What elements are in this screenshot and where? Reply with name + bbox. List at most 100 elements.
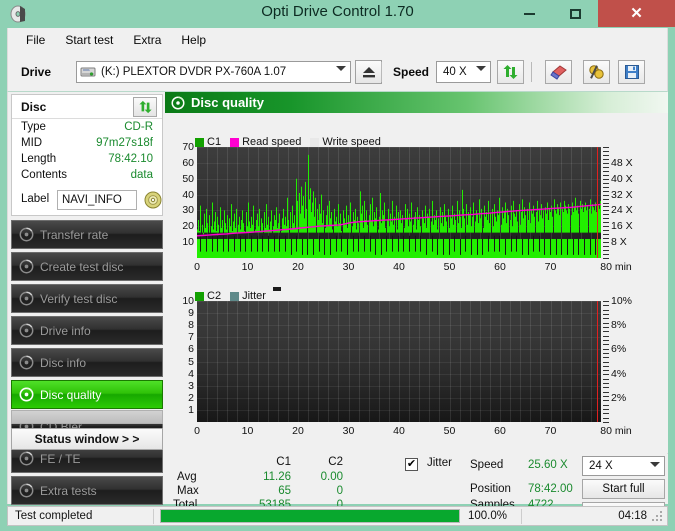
refresh-button[interactable] — [497, 60, 524, 84]
speed-key: Speed — [470, 459, 504, 471]
sidebar-item-disc-quality[interactable]: Disc quality — [11, 380, 163, 409]
stats-row-avg-c2: 0.00 — [320, 471, 343, 483]
x-tick-label: 20 — [292, 261, 304, 273]
sidebar-item-drive-info[interactable]: Drive info — [11, 316, 163, 345]
disc-row-length: Length 78:42.10 — [12, 153, 162, 169]
y-tick-label: 30 — [182, 204, 194, 217]
x-tick-label: 0 — [194, 425, 200, 437]
eject-button[interactable] — [355, 60, 382, 84]
c1-chart-plot[interactable] — [197, 147, 601, 258]
jitter-checkbox[interactable]: ✔ — [405, 458, 418, 471]
sidebar-item-label: Disc quality — [40, 387, 102, 402]
sidebar-item-label: Drive info — [40, 323, 91, 338]
menu-bar: File Start test Extra Help — [7, 28, 668, 52]
test-speed-select[interactable]: 24 X — [582, 456, 665, 476]
disc-row-value: 78:42.10 — [108, 153, 153, 165]
resize-grip[interactable] — [652, 511, 664, 523]
position-key: Position — [470, 483, 511, 495]
stats-row-max-key: Max — [177, 485, 199, 497]
chevron-down-icon — [650, 462, 660, 467]
x-tick-label: 70 — [544, 261, 557, 273]
sidebar-item-extra-tests[interactable]: Extra tests — [11, 476, 163, 505]
sidebar-item-create-test-disc[interactable]: Create test disc — [11, 252, 163, 281]
progress-percent: 100.0% — [468, 510, 508, 522]
toolbar-separator — [531, 62, 532, 82]
x-tick-label: 60 — [494, 425, 506, 437]
sidebar-item-label: FE / TE — [40, 451, 81, 466]
disc-icon — [12, 387, 40, 402]
chart-cursor-line — [597, 301, 598, 422]
title-bar: Opti Drive Control 1.70 ✕ — [0, 0, 675, 28]
tools-button[interactable] — [583, 60, 610, 84]
disc-refresh-button[interactable] — [133, 97, 157, 117]
maximize-button[interactable] — [552, 0, 598, 27]
x-tick-label: 30 — [342, 261, 355, 273]
drive-select[interactable]: (K:) PLEXTOR DVDR PX-760A 1.07 — [76, 61, 351, 83]
sidebar-item-disc-info[interactable]: Disc info — [11, 348, 163, 377]
menu-item-start-test[interactable]: Start test — [55, 30, 123, 50]
x-tick-label: 50 — [443, 425, 456, 437]
close-icon: ✕ — [630, 5, 643, 22]
c2-jitter-chart-plot[interactable] — [197, 301, 601, 422]
y-tick-label: 9 — [188, 307, 194, 320]
app-window: Opti Drive Control 1.70 ✕ File Start tes… — [0, 0, 675, 531]
y-tick-label: 50 — [182, 172, 194, 185]
menu-item-help[interactable]: Help — [171, 30, 216, 50]
disc-icon — [12, 291, 40, 306]
stats-col-c1: C1 — [276, 456, 291, 468]
sidebar-item-label: Transfer rate — [40, 227, 109, 242]
speed-select[interactable]: 40 X — [436, 61, 491, 83]
disc-panel-title: Disc — [21, 100, 47, 114]
disc-label-input[interactable]: NAVI_INFO — [57, 190, 137, 210]
y-tick-label: 60 — [182, 156, 194, 169]
drive-toolbar: Drive (K:) PLEXTOR DVDR PX-760A 1.07 Spe… — [7, 52, 668, 92]
sidebar-item-label: Disc info — [40, 355, 87, 370]
disc-row-mid: MID 97m27s18f — [12, 137, 162, 153]
chart-cursor-line — [597, 147, 598, 258]
disc-label-key: Label — [21, 193, 50, 205]
y-tick-label: 6 — [188, 343, 194, 356]
status-divider — [153, 509, 154, 524]
cd-icon[interactable] — [143, 190, 163, 210]
disc-row-key: Contents — [21, 169, 68, 181]
sidebar-item-label: Create test disc — [40, 259, 124, 274]
tools-icon — [588, 65, 604, 79]
x-tick-label: 40 — [393, 261, 405, 273]
sidebar-item-verify-test-disc[interactable]: Verify test disc — [11, 284, 163, 313]
menu-item-file[interactable]: File — [16, 30, 55, 50]
legend-swatch — [230, 137, 240, 147]
y2-tick-label: 24 X — [611, 204, 633, 217]
speed-value: 40 X — [443, 66, 467, 78]
save-icon — [624, 65, 639, 79]
speed-value: 25.60 X — [528, 459, 568, 471]
menu-item-extra[interactable]: Extra — [123, 30, 171, 50]
panel-header: Disc quality — [165, 92, 668, 113]
status-window-label: Status window > > — [34, 432, 140, 446]
speed-label: Speed — [393, 65, 430, 79]
y-tick-label: 7 — [188, 331, 194, 344]
disc-row-key: Length — [21, 153, 57, 165]
stats-row-max-c1: 65 — [278, 485, 291, 497]
status-message: Test completed — [15, 510, 93, 522]
sidebar-item-transfer-rate[interactable]: Transfer rate — [11, 220, 163, 249]
minimize-button[interactable] — [506, 0, 552, 27]
disc-rows: Type CD-R MID 97m27s18f Length 78:42.10 … — [12, 121, 162, 185]
chart-series-svg — [197, 154, 601, 258]
start-full-label: Start full — [602, 483, 645, 495]
y2-tick-label: 48 X — [611, 156, 633, 169]
x-tick-label: 0 — [194, 261, 200, 273]
y-tick-label: 20 — [182, 220, 194, 233]
y-tick-label: 5 — [188, 355, 194, 368]
status-window-button[interactable]: Status window > > — [11, 428, 163, 450]
status-bar: Test completed 100.0% 04:18 — [7, 506, 668, 526]
save-button[interactable] — [618, 60, 645, 84]
disc-panel-header: Disc — [12, 95, 162, 119]
start-full-button[interactable]: Start full — [582, 479, 665, 499]
close-button[interactable]: ✕ — [598, 0, 675, 27]
disc-label-value: NAVI_INFO — [62, 194, 122, 206]
legend-marker-icon — [273, 287, 281, 291]
stats-row-avg-c1: 11.26 — [263, 471, 291, 483]
y2-tick-label: 8% — [611, 319, 627, 332]
disc-label-row: Label NAVI_INFO — [12, 189, 162, 213]
erase-button[interactable] — [545, 60, 572, 84]
